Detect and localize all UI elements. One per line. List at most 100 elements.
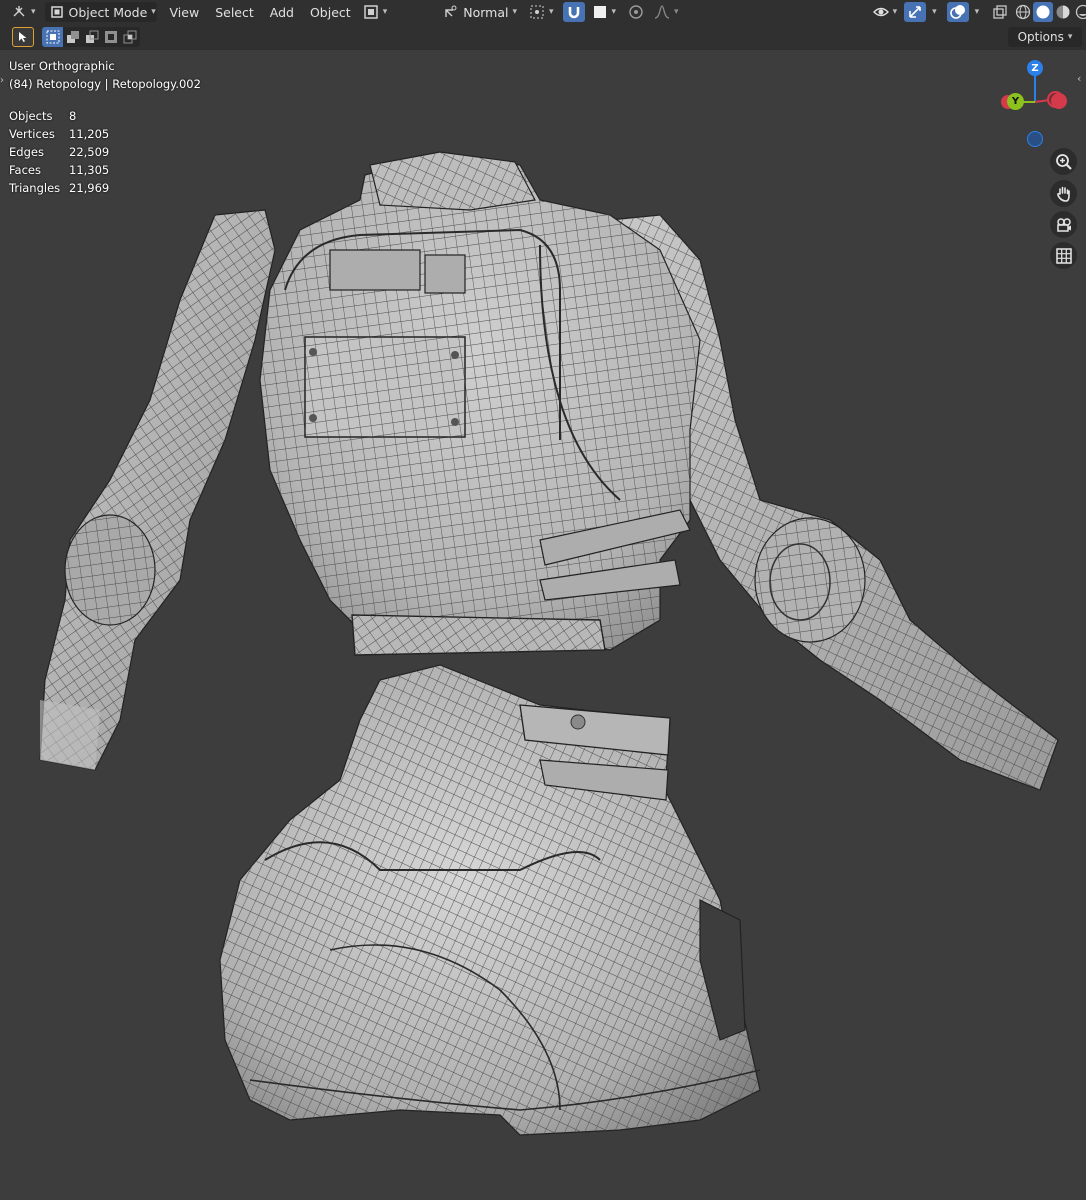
select-new-icon [46, 30, 59, 44]
xray-icon [992, 4, 1008, 20]
stat-value: 22,509 [69, 145, 110, 159]
chevron-down-icon: ▾ [892, 7, 898, 17]
snap-square-icon [592, 4, 608, 20]
selection-mode-group [42, 27, 140, 47]
gizmo-z-axis[interactable]: Z [1027, 60, 1043, 76]
material-sphere-icon [1055, 4, 1071, 20]
stat-row-objects: Objects 8 [9, 107, 109, 125]
menu-select[interactable]: Select [210, 2, 259, 22]
rendered-shading-button[interactable] [1073, 2, 1086, 22]
stat-label: Vertices [9, 127, 55, 141]
collection-info-label: (84) Retopology | Retopology.002 [9, 77, 201, 91]
select-extend-icon [66, 31, 79, 43]
camera-view-button[interactable] [1050, 211, 1077, 238]
camera-icon [1056, 217, 1071, 232]
stat-row-triangles: Triangles 21,969 [9, 179, 109, 197]
stat-value: 11,305 [69, 163, 110, 177]
mode-dropdown[interactable]: Object Mode ▾ [44, 2, 157, 22]
gizmo-toggle[interactable] [904, 2, 927, 22]
gizmo-y-label: Y [1011, 96, 1020, 107]
magnifier-plus-icon [1055, 153, 1072, 170]
menu-view[interactable]: View [165, 2, 205, 22]
gpencil-menu-button[interactable]: ▾ [358, 2, 393, 22]
editor-type-button[interactable]: ▾ [6, 2, 41, 22]
select-invert-button[interactable] [101, 27, 120, 47]
hand-icon [1056, 186, 1070, 202]
select-extend-button[interactable] [63, 27, 82, 47]
gizmo-arrows-icon [907, 4, 923, 20]
solid-sphere-icon [1035, 4, 1051, 20]
proportional-edit-toggle[interactable] [623, 2, 649, 22]
menu-add[interactable]: Add [265, 2, 299, 22]
overlays-icon [949, 4, 966, 20]
menu-object[interactable]: Object [305, 2, 356, 22]
select-subtract-button[interactable] [82, 27, 101, 47]
grid-icon [1055, 247, 1072, 264]
snap-target-dropdown[interactable]: ▾ [587, 2, 622, 22]
proportional-edit-icon [628, 4, 644, 20]
options-label: Options [1017, 30, 1064, 44]
snap-toggle[interactable] [562, 2, 585, 22]
xray-toggle[interactable] [989, 2, 1011, 22]
gizmo-dropdown-chevron[interactable]: ▾ [932, 7, 937, 17]
mode-label: Object Mode [68, 4, 148, 20]
rendered-sphere-icon [1075, 4, 1086, 20]
select-subtract-icon [85, 30, 98, 43]
shorts [219, 664, 761, 1136]
menu-view-label: View [169, 4, 200, 20]
pivot-point-dropdown[interactable]: ▾ [524, 2, 559, 22]
stat-row-vertices: Vertices 11,205 [9, 125, 109, 143]
stat-value: 11,205 [69, 127, 110, 141]
3d-viewport[interactable]: User Orthographic (84) Retopology | Reto… [0, 50, 1086, 1200]
perspective-toggle-button[interactable] [1050, 242, 1077, 269]
sidebar-toggle-right[interactable]: ‹ [1077, 72, 1081, 85]
falloff-dropdown[interactable]: ▾ [649, 2, 684, 22]
chevron-down-icon: ▾ [31, 7, 36, 17]
gizmo-y-axis[interactable]: Y [1007, 93, 1024, 110]
stat-row-faces: Faces 11,305 [9, 161, 109, 179]
select-intersect-button[interactable] [120, 27, 139, 47]
view-name-label: User Orthographic [9, 59, 115, 73]
scene-statistics: Objects 8 Vertices 11,205 Edges 22,509 Face… [9, 107, 109, 197]
chevron-down-icon: ▾ [512, 7, 517, 17]
menu-object-label: Object [309, 4, 351, 20]
stat-row-edges: Edges 22,509 [9, 143, 109, 161]
stat-label: Faces [9, 163, 41, 177]
zoom-button[interactable] [1050, 148, 1077, 175]
viewport-header: ▾ Object Mode ▾ View Select Add Object ▾… [0, 0, 1086, 24]
cursor-arrow-icon [19, 32, 27, 42]
gizmo-neg-z-axis[interactable] [1027, 131, 1043, 147]
magnet-icon [566, 4, 582, 20]
wireframe-sphere-icon [1015, 4, 1031, 20]
overlays-dropdown-chevron[interactable]: ▾ [975, 7, 980, 17]
chevron-down-icon: ▾ [1067, 32, 1073, 42]
film-strip-icon [363, 4, 379, 20]
stat-value: 21,969 [69, 181, 110, 195]
material-shading-button[interactable] [1053, 2, 1073, 22]
tool-settings-bar: Options ▾ [0, 24, 1086, 50]
gizmo-z-label: Z [1031, 62, 1039, 74]
chevron-down-icon: ▾ [382, 7, 388, 17]
gizmo-neg-y-axis[interactable] [1051, 93, 1067, 109]
select-invert-icon [104, 31, 117, 43]
select-tool-button[interactable] [12, 27, 34, 47]
overlays-toggle[interactable] [946, 2, 969, 22]
stat-label: Edges [9, 145, 44, 159]
chevron-down-icon: ▾ [674, 7, 679, 17]
sidebar-toggle-left[interactable]: › [0, 75, 4, 86]
menu-select-label: Select [215, 4, 254, 20]
stat-value: 8 [69, 109, 77, 123]
transform-orientation-dropdown[interactable]: Normal ▾ [438, 2, 522, 22]
falloff-curve-icon [654, 4, 670, 20]
stat-label: Objects [9, 109, 53, 123]
pan-button[interactable] [1050, 180, 1077, 207]
solid-shading-button[interactable] [1033, 2, 1054, 22]
select-new-button[interactable] [42, 27, 63, 47]
wireframe-shading-button[interactable] [1013, 2, 1033, 22]
navigation-gizmo[interactable]: Z Y [995, 55, 1080, 150]
stat-label: Triangles [9, 181, 61, 195]
chevron-down-icon: ▾ [151, 7, 156, 17]
orientation-label: Normal [463, 4, 509, 20]
visibility-dropdown[interactable]: ▾ [868, 2, 903, 22]
options-dropdown[interactable]: Options ▾ [1008, 27, 1082, 47]
